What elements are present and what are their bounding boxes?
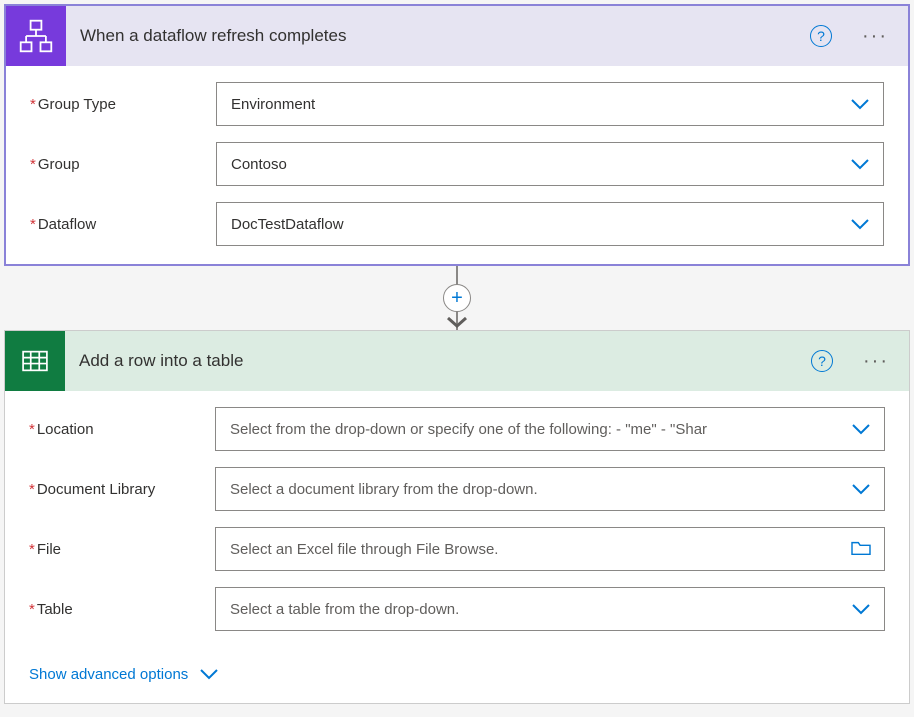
chevron-down-icon	[198, 663, 220, 685]
help-icon[interactable]: ?	[811, 350, 833, 372]
action-card: Add a row into a table ? ··· *Location S…	[4, 330, 910, 704]
file-placeholder: Select an Excel file through File Browse…	[230, 541, 850, 558]
table-label-text: Table	[37, 601, 73, 618]
chevron-down-icon	[850, 418, 872, 440]
action-title: Add a row into a table	[79, 351, 797, 371]
group-type-value: Environment	[231, 96, 849, 113]
dataflow-icon	[6, 6, 66, 66]
file-label-text: File	[37, 541, 61, 558]
table-placeholder: Select a table from the drop-down.	[230, 601, 850, 618]
chevron-down-icon	[850, 598, 872, 620]
dataflow-value: DocTestDataflow	[231, 216, 849, 233]
group-dropdown[interactable]: Contoso	[216, 142, 884, 186]
doclibrary-label-text: Document Library	[37, 481, 155, 498]
group-type-label: *Group Type	[30, 96, 216, 113]
show-advanced-label: Show advanced options	[29, 666, 188, 683]
field-row-doclibrary: *Document Library Select a document libr…	[29, 467, 885, 511]
chevron-down-icon	[850, 478, 872, 500]
doclibrary-label: *Document Library	[29, 481, 215, 498]
add-step-button[interactable]: +	[443, 284, 471, 312]
group-label-text: Group	[38, 156, 80, 173]
action-body: *Location Select from the drop-down or s…	[5, 391, 909, 703]
field-row-group-type: *Group Type Environment	[30, 82, 884, 126]
trigger-card: When a dataflow refresh completes ? ··· …	[4, 4, 910, 266]
doclibrary-dropdown[interactable]: Select a document library from the drop-…	[215, 467, 885, 511]
trigger-title: When a dataflow refresh completes	[80, 26, 796, 46]
more-menu-button[interactable]: ···	[855, 346, 897, 377]
table-label: *Table	[29, 601, 215, 618]
location-dropdown[interactable]: Select from the drop-down or specify one…	[215, 407, 885, 451]
doclibrary-placeholder: Select a document library from the drop-…	[230, 481, 850, 498]
group-label: *Group	[30, 156, 216, 173]
group-type-dropdown[interactable]: Environment	[216, 82, 884, 126]
field-row-location: *Location Select from the drop-down or s…	[29, 407, 885, 451]
field-row-dataflow: *Dataflow DocTestDataflow	[30, 202, 884, 246]
help-icon[interactable]: ?	[810, 25, 832, 47]
group-value: Contoso	[231, 156, 849, 173]
action-header[interactable]: Add a row into a table ? ···	[5, 331, 909, 391]
show-advanced-options[interactable]: Show advanced options	[29, 663, 220, 685]
trigger-body: *Group Type Environment *Group Contoso *…	[6, 66, 908, 264]
more-menu-button[interactable]: ···	[854, 21, 896, 52]
location-placeholder: Select from the drop-down or specify one…	[230, 421, 850, 438]
dataflow-dropdown[interactable]: DocTestDataflow	[216, 202, 884, 246]
field-row-file: *File Select an Excel file through File …	[29, 527, 885, 571]
chevron-down-icon	[849, 213, 871, 235]
arrow-down-icon	[445, 315, 469, 332]
location-label-text: Location	[37, 421, 94, 438]
folder-icon	[850, 539, 872, 560]
trigger-header[interactable]: When a dataflow refresh completes ? ···	[6, 6, 908, 66]
location-label: *Location	[29, 421, 215, 438]
file-label: *File	[29, 541, 215, 558]
connector: +	[4, 266, 910, 330]
dataflow-label: *Dataflow	[30, 216, 216, 233]
field-row-group: *Group Contoso	[30, 142, 884, 186]
dataflow-label-text: Dataflow	[38, 216, 96, 233]
chevron-down-icon	[849, 93, 871, 115]
chevron-down-icon	[849, 153, 871, 175]
file-picker[interactable]: Select an Excel file through File Browse…	[215, 527, 885, 571]
excel-icon	[5, 331, 65, 391]
table-dropdown[interactable]: Select a table from the drop-down.	[215, 587, 885, 631]
field-row-table: *Table Select a table from the drop-down…	[29, 587, 885, 631]
group-type-label-text: Group Type	[38, 96, 116, 113]
